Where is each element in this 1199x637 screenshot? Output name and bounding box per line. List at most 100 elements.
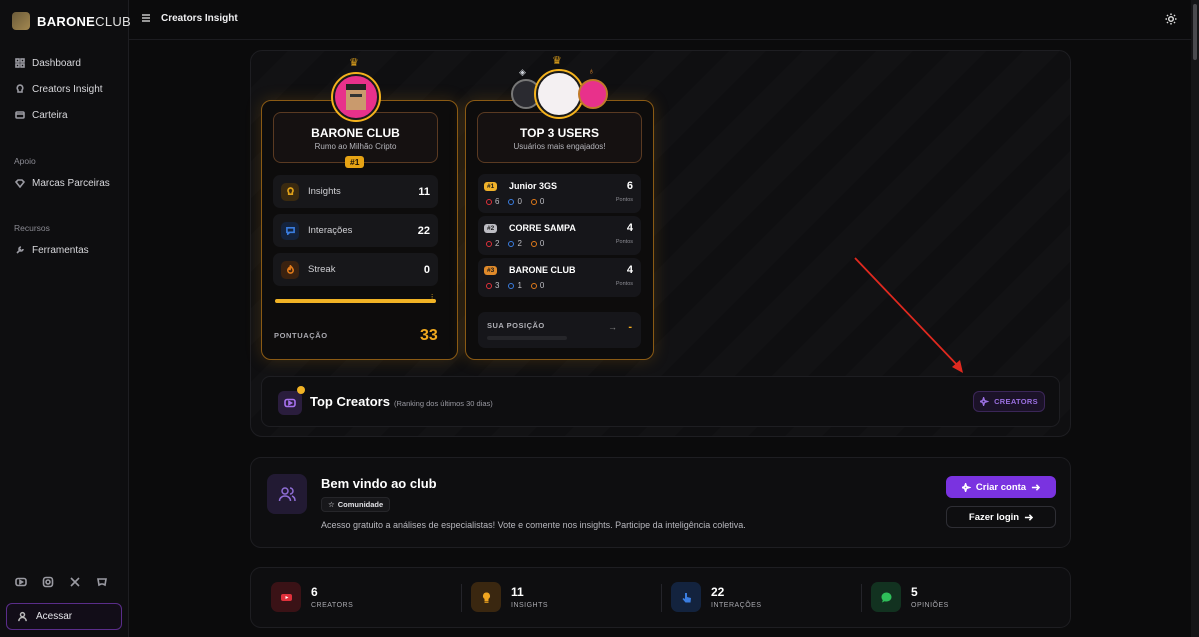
discord-icon[interactable] — [96, 576, 108, 588]
nav-label: Ferramentas — [32, 244, 89, 256]
scrollbar-thumb[interactable] — [1193, 4, 1197, 60]
heart-icon — [486, 241, 492, 247]
user-stats: 2 2 0 — [486, 239, 544, 248]
user-row[interactable]: #3 BARONE CLUB 3 1 0 4 Pontos — [478, 258, 641, 297]
top-creators-subtitle: (Ranking dos últimos 30 dias) — [394, 399, 493, 408]
create-account-button[interactable]: Criar conta — [946, 476, 1056, 498]
arrow-right-icon: → — [608, 322, 617, 332]
stat-label: Insights — [308, 186, 341, 197]
welcome-description: Acesso gratuito a análises de especialis… — [321, 520, 746, 530]
comment-icon — [508, 283, 515, 289]
club-subtitle: Rumo ao Milhão Cripto — [314, 142, 397, 151]
stat-label: Streak — [308, 264, 336, 275]
your-position-value: - — [628, 321, 632, 333]
heart-icon — [486, 283, 492, 289]
nav-label: Marcas Parceiras — [32, 177, 110, 189]
page-scrollbar[interactable] — [1191, 0, 1199, 637]
lightbulb-icon — [16, 84, 24, 93]
score-value: 33 — [420, 327, 438, 344]
comment-icon — [508, 241, 515, 247]
top-users-title-box: TOP 3 USERS Usuários mais engajados! — [477, 112, 642, 163]
star-icon: ☆ — [328, 500, 335, 509]
likes-count: 2 — [495, 239, 500, 248]
instagram-icon[interactable] — [42, 576, 54, 588]
flame-icon — [281, 260, 299, 279]
sidebar: BARONECLUB Dashboard Creators Insight Ca… — [0, 0, 131, 637]
points-label: Pontos — [615, 281, 633, 287]
points-label: Pontos — [615, 239, 633, 245]
nav-label: Creators Insight — [32, 83, 103, 95]
arrow-right-icon — [1031, 483, 1041, 491]
creators-button-label: CREATORS — [994, 397, 1038, 406]
sun-icon[interactable] — [1165, 13, 1177, 25]
sparkles-icon — [980, 397, 990, 406]
stat-row-interacoes: Interações 22 — [273, 214, 438, 247]
login-button[interactable]: Fazer login — [946, 506, 1056, 528]
user-avatar-1 — [534, 69, 584, 119]
summary-label: INSIGHTS — [511, 602, 549, 609]
top-users-title: TOP 3 USERS — [520, 126, 599, 140]
divider — [861, 584, 862, 612]
youtube-icon[interactable] — [15, 576, 27, 588]
comments-count: 1 — [517, 281, 522, 290]
medal-icon: ♁ — [588, 66, 595, 76]
insights-icon — [281, 182, 299, 201]
diamond-icon: ◈ — [519, 67, 526, 77]
nav-item-marcas-parceiras[interactable]: Marcas Parceiras — [8, 170, 121, 196]
rank-badge: #1 — [345, 156, 365, 168]
section-title-apoio: Apoio — [14, 156, 36, 166]
your-position-bar — [487, 336, 567, 340]
summary-label: CREATORS — [311, 602, 354, 609]
summary-value: 11 — [511, 585, 524, 599]
youtube-icon — [271, 582, 301, 612]
streak-count: 0 — [539, 281, 545, 290]
annotation-arrow-icon — [854, 257, 963, 373]
summary-stats-bar: 6 CREATORS 11 INSIGHTS 22 INTERAÇÕES 5 O… — [250, 567, 1071, 628]
comment-icon — [508, 199, 515, 205]
flame-icon — [530, 283, 537, 289]
crown-icon: ♛ — [349, 57, 359, 69]
divider — [461, 584, 462, 612]
nav-item-carteira[interactable]: Carteira — [8, 102, 121, 128]
nav-item-ferramentas[interactable]: Ferramentas — [8, 237, 121, 263]
user-stats: 6 0 0 — [486, 197, 544, 206]
tap-icon — [671, 582, 701, 612]
top-creators-title: Top Creators — [310, 394, 390, 409]
nav-item-creators-insight[interactable]: Creators Insight — [8, 76, 121, 102]
club-avatar — [331, 72, 381, 122]
menu-toggle-icon[interactable] — [141, 13, 151, 23]
page-title: Creators Insight — [161, 13, 238, 24]
user-row[interactable]: #1 Junior 3GS 6 0 0 6 Pontos — [478, 174, 641, 213]
access-button[interactable]: Acessar — [6, 603, 122, 630]
stat-value: 11 — [418, 185, 430, 198]
stat-row-insights: Insights 11 — [273, 175, 438, 208]
score-progress-bar — [275, 299, 436, 303]
x-twitter-icon[interactable] — [69, 576, 81, 588]
user-name: BARONE CLUB — [509, 265, 576, 275]
top-creators-bar: Top Creators (Ranking dos últimos 30 dia… — [261, 376, 1060, 427]
comments-count: 2 — [517, 239, 522, 248]
user-avatar-3 — [578, 79, 608, 109]
divider — [661, 584, 662, 612]
play-icon — [278, 391, 302, 415]
summary-value: 22 — [711, 585, 725, 599]
creators-button[interactable]: CREATORS — [973, 391, 1045, 412]
user-row[interactable]: #2 CORRE SAMPA 2 2 0 4 Pontos — [478, 216, 641, 255]
user-rank-badge: #3 — [484, 266, 498, 275]
user-icon — [18, 611, 27, 622]
wrench-icon — [16, 246, 24, 254]
flame-icon — [530, 241, 537, 247]
user-points: 4 — [626, 222, 633, 234]
community-tag: ☆ Comunidade — [321, 497, 391, 512]
club-title: BARONE CLUB — [311, 126, 400, 140]
user-points: 6 — [626, 180, 633, 192]
your-position-box: SUA POSIÇÃO → - — [478, 312, 641, 348]
club-card: BARONE CLUB Rumo ao Milhão Cripto #1 Ins… — [261, 100, 458, 360]
brand-logo-link[interactable]: BARONECLUB — [12, 12, 131, 30]
stat-value: 22 — [417, 224, 430, 237]
gem-icon — [15, 179, 25, 188]
summary-label: OPINIÕES — [911, 602, 949, 609]
crown-icon: ♛ — [552, 55, 562, 67]
nav-item-dashboard[interactable]: Dashboard — [8, 50, 121, 76]
section-title-recursos: Recursos — [14, 223, 50, 233]
